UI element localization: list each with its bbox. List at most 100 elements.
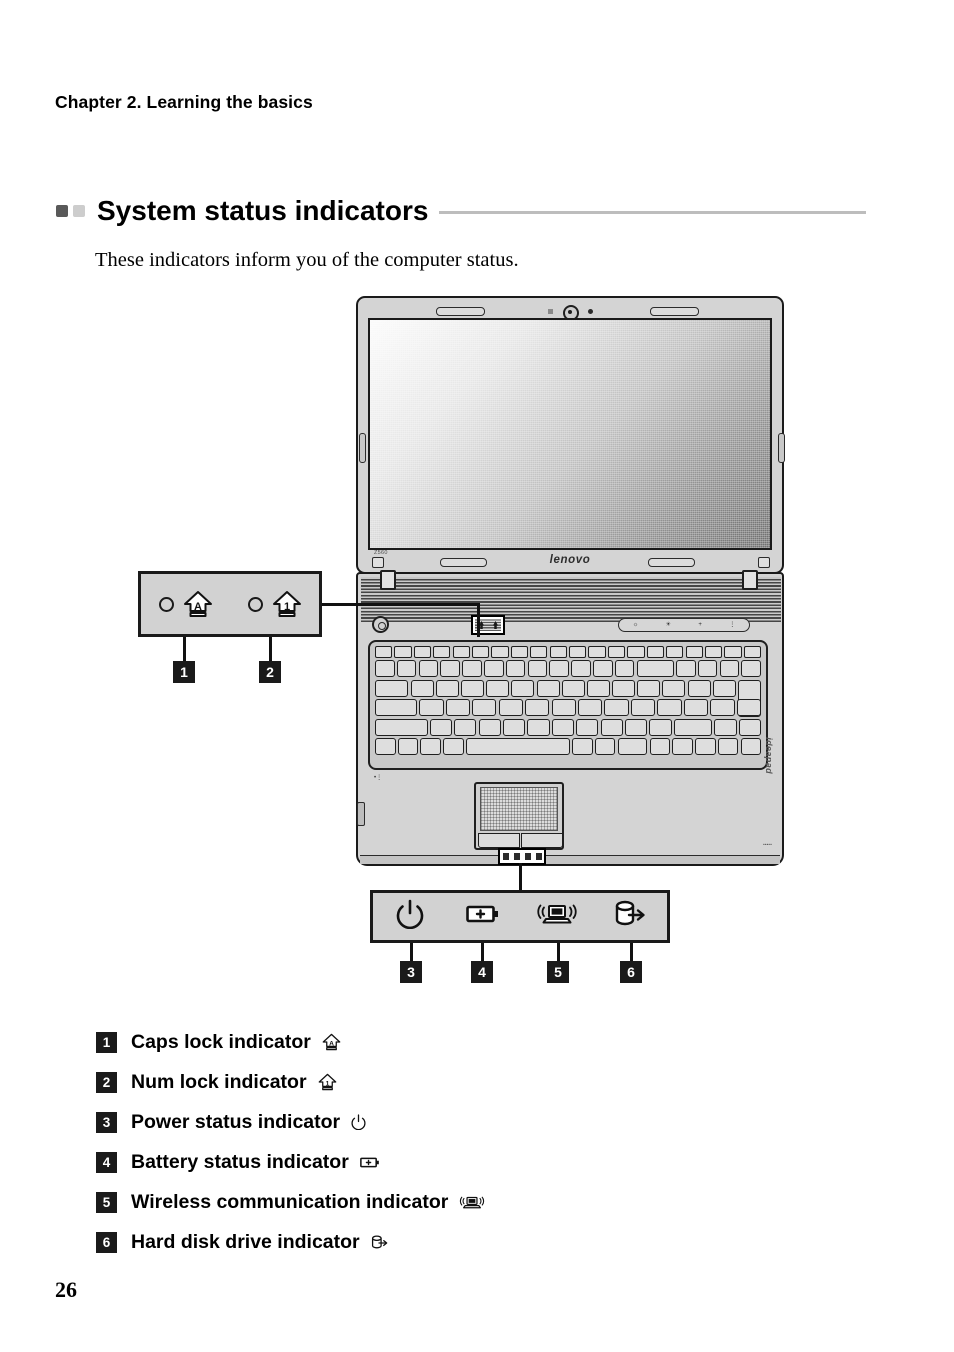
key[interactable] (740, 737, 762, 755)
key[interactable] (577, 699, 603, 717)
key[interactable] (527, 660, 548, 678)
key[interactable] (724, 646, 742, 658)
key[interactable] (530, 646, 548, 658)
key[interactable] (614, 660, 635, 678)
key[interactable] (429, 718, 452, 736)
touchpad-right-button[interactable] (521, 833, 563, 848)
key[interactable] (662, 679, 686, 697)
key-shift-left[interactable] (375, 718, 428, 736)
key[interactable] (410, 679, 434, 697)
info-icon[interactable]: ⋮ (729, 622, 735, 628)
key[interactable] (375, 646, 393, 658)
touch-sensitive-strip[interactable]: ☼ ☀ + ⋮ (618, 618, 750, 632)
brightness-up-icon[interactable]: ☀ (666, 622, 671, 628)
key[interactable] (741, 660, 761, 678)
key[interactable] (461, 679, 484, 697)
key-space[interactable] (465, 737, 570, 755)
key-ctrl-right[interactable] (617, 737, 648, 755)
key[interactable] (551, 699, 576, 717)
key[interactable] (627, 646, 645, 658)
key[interactable] (561, 679, 585, 697)
key[interactable] (502, 718, 526, 736)
key[interactable] (478, 718, 501, 736)
key[interactable] (712, 679, 736, 697)
key[interactable] (697, 660, 718, 678)
key[interactable] (736, 699, 761, 717)
key[interactable] (657, 699, 682, 717)
key[interactable] (666, 646, 684, 658)
key[interactable] (462, 660, 482, 678)
key[interactable] (569, 646, 587, 658)
key[interactable] (675, 660, 696, 678)
keyboard[interactable] (368, 640, 768, 770)
key[interactable] (704, 646, 723, 658)
key[interactable] (505, 660, 526, 678)
key[interactable] (551, 718, 574, 736)
key[interactable] (394, 646, 412, 658)
key[interactable] (525, 699, 550, 717)
key-tab[interactable] (375, 679, 409, 697)
key[interactable] (588, 646, 606, 658)
key[interactable] (445, 699, 470, 717)
key[interactable] (419, 699, 444, 717)
key[interactable] (433, 646, 451, 658)
key-ctrl-left[interactable] (375, 737, 396, 755)
key[interactable] (375, 660, 395, 678)
key[interactable] (549, 646, 567, 658)
key[interactable] (418, 660, 439, 678)
key[interactable] (592, 660, 613, 678)
key[interactable] (649, 718, 672, 736)
key[interactable] (624, 718, 648, 736)
key[interactable] (683, 699, 709, 717)
key[interactable] (486, 679, 510, 697)
key[interactable] (637, 679, 661, 697)
key[interactable] (483, 660, 504, 678)
key[interactable] (435, 679, 459, 697)
key-win[interactable] (420, 737, 442, 755)
key-alt-left[interactable] (443, 737, 464, 755)
key[interactable] (630, 699, 656, 717)
key-menu[interactable] (594, 737, 616, 755)
touchpad-surface[interactable] (480, 787, 558, 831)
power-button[interactable] (372, 616, 389, 633)
key[interactable] (491, 646, 509, 658)
key[interactable] (646, 646, 664, 658)
key[interactable] (549, 660, 569, 678)
key[interactable] (743, 646, 761, 658)
key[interactable] (719, 660, 740, 678)
key[interactable] (527, 718, 550, 736)
brightness-down-icon[interactable]: ☼ (633, 622, 639, 628)
key[interactable] (576, 718, 599, 736)
key-backspace[interactable] (636, 660, 674, 678)
key[interactable] (687, 679, 711, 697)
key[interactable] (717, 737, 739, 755)
key[interactable] (452, 646, 470, 658)
touchpad-left-button[interactable] (478, 833, 520, 848)
key[interactable] (472, 699, 497, 717)
key[interactable] (685, 646, 703, 658)
key-alt-right[interactable] (572, 737, 593, 755)
key[interactable] (440, 660, 460, 678)
key[interactable] (396, 660, 417, 678)
key[interactable] (454, 718, 477, 736)
key[interactable] (571, 660, 591, 678)
key-arrow-up[interactable] (714, 718, 737, 736)
key-fn[interactable] (397, 737, 419, 755)
key[interactable] (607, 646, 626, 658)
key[interactable] (600, 718, 623, 736)
key[interactable] (604, 699, 629, 717)
key-arrow-left[interactable] (649, 737, 671, 755)
key[interactable] (710, 699, 735, 717)
key-arrow-down[interactable] (672, 737, 693, 755)
key[interactable] (511, 679, 535, 697)
key[interactable] (498, 699, 523, 717)
key[interactable] (612, 679, 636, 697)
key-shift-right[interactable] (673, 718, 713, 736)
key[interactable] (536, 679, 560, 697)
key[interactable] (472, 646, 490, 658)
key-capslock[interactable] (375, 699, 418, 717)
key-arrow-right[interactable] (695, 737, 716, 755)
key[interactable] (413, 646, 432, 658)
volume-up-icon[interactable]: + (698, 622, 702, 628)
key[interactable] (510, 646, 529, 658)
